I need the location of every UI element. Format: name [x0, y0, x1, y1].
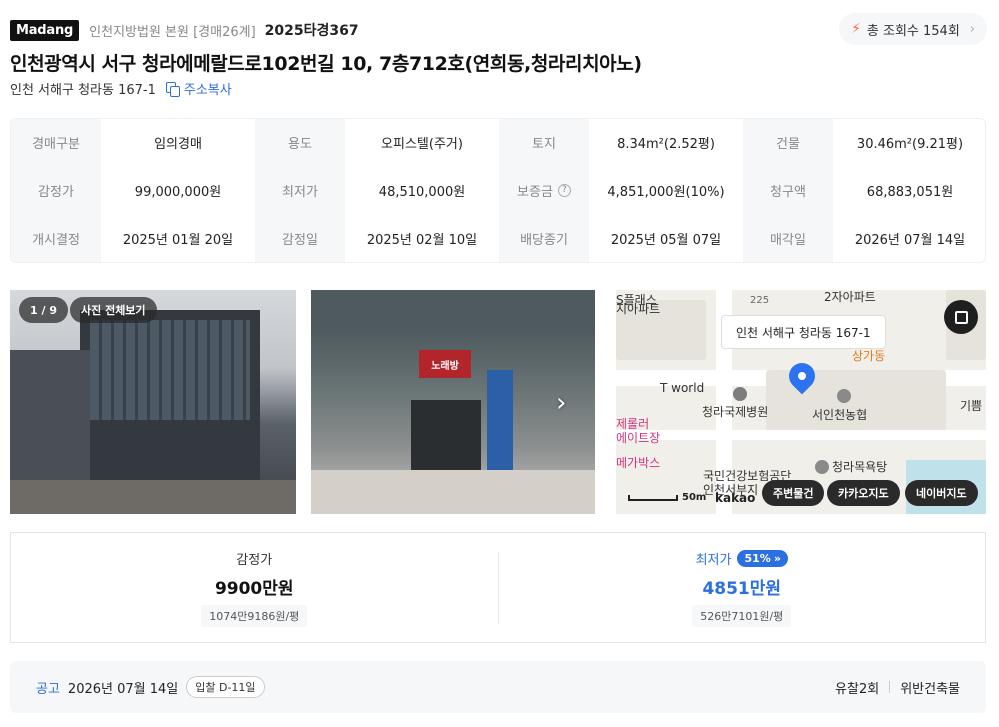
minimum-percent-badge: 51% »	[737, 549, 788, 567]
bath-icon	[815, 460, 829, 474]
violation-label: 위반건축물	[900, 681, 960, 697]
fail-count: 유찰2회	[835, 681, 880, 697]
map-place: 청라국제병원	[702, 405, 769, 419]
map-place: 상가동	[852, 349, 886, 363]
auction-info-grid: 경매구분 임의경매 용도 오피스텔(주거) 토지 8.34m²(2.52평) 건…	[10, 118, 986, 263]
notice-right: 유찰2회 위반건축물	[835, 678, 960, 697]
help-icon[interactable]: ?	[557, 183, 571, 197]
minimum-price-column: 최저가 51% » 4851만원 526만7101원/평	[499, 533, 986, 642]
address-row: 인천 서해구 청라동 167-1 주소복사	[10, 79, 232, 98]
minimum-percent: 51%	[744, 551, 771, 565]
info-value: 오피스텔(주거)	[381, 137, 463, 153]
chevron-right-icon: ›	[969, 21, 975, 37]
info-value: 48,510,000원	[378, 184, 466, 200]
info-label: 토지	[499, 119, 589, 167]
property-photo-exterior[interactable]	[10, 290, 296, 514]
view-all-photos-button[interactable]: 사진 전체보기	[70, 297, 157, 323]
minimum-label-row: 최저가 51% »	[696, 549, 788, 568]
snow-ground	[311, 470, 595, 514]
property-photo-entrance[interactable]: 노래방	[311, 290, 595, 514]
map-address-label: 인천 서해구 청라동 167-1	[721, 315, 886, 349]
info-label: 배당종기	[499, 214, 589, 262]
hospital-icon	[733, 387, 747, 401]
photo-counter: 1 / 9	[19, 297, 68, 323]
nearby-properties-button[interactable]: 주변물건	[762, 480, 825, 506]
info-value: 2025년 05월 07일	[610, 232, 722, 248]
separator	[889, 681, 891, 693]
info-label: 감정가	[11, 166, 101, 215]
map-road	[616, 430, 986, 440]
info-value: 2026년 07월 14일	[854, 232, 966, 248]
court-name: 인천지방법원 본원 [경매26계]	[89, 24, 256, 40]
info-value: 2025년 01월 20일	[122, 232, 234, 248]
appraisal-price-column: 감정가 9900만원 1074만9186원/평	[11, 533, 498, 642]
kakao-logo: kakao	[715, 491, 756, 505]
notice-date: 2026년 07월 14일	[67, 681, 179, 697]
map-place: 청라목욕탕	[832, 460, 888, 474]
map-place: T world	[660, 381, 705, 395]
street-ground	[10, 480, 296, 514]
info-label: 보증금	[517, 184, 553, 200]
minimum-value: 4851만원	[702, 578, 782, 599]
info-value: 4,851,000원(10%)	[607, 184, 725, 200]
info-label: 경매구분	[11, 119, 101, 167]
naver-map-button[interactable]: 네이버지도	[905, 480, 978, 506]
info-label: 최저가	[255, 166, 345, 215]
brand-logo[interactable]: Madang	[10, 19, 80, 41]
appraisal-label: 감정가	[236, 552, 273, 568]
info-label: 용도	[255, 119, 345, 167]
expand-map-button[interactable]	[944, 300, 978, 334]
copy-icon	[165, 82, 180, 97]
minimum-per-pyeong: 526만7101원/평	[692, 604, 792, 627]
case-number: 2025타경367	[264, 23, 359, 39]
karaoke-sign-text: 노래방	[431, 361, 459, 372]
info-label: 감정일	[255, 214, 345, 262]
copy-address-label: 주소복사	[183, 83, 232, 98]
info-value: 8.34m²(2.52평)	[617, 137, 715, 153]
deposit-label-cell: 보증금 ?	[499, 166, 589, 215]
notice-left: 공고 2026년 07월 14일 입찰 D-11일	[36, 676, 265, 698]
map-scale-bar	[628, 495, 678, 501]
info-value: 68,883,051원	[866, 184, 954, 200]
view-count-label: 총 조회수 154회	[866, 23, 960, 39]
header-row: Madang 인천지방법원 본원 [경매26계] 2025타경367 ⚡ 총 조…	[10, 13, 987, 45]
bolt-icon: ⚡	[851, 21, 861, 37]
info-label: 건물	[743, 119, 833, 167]
map-place: 지아파트	[616, 302, 661, 316]
next-photo-arrow[interactable]: ›	[556, 388, 566, 418]
page-title: 인천광역시 서구 청라에메랄드로102번길 10, 7층712호(연희동,청라리…	[10, 53, 642, 75]
view-count-button[interactable]: ⚡ 총 조회수 154회 ›	[839, 13, 987, 45]
bank-icon	[837, 389, 851, 403]
appraisal-value: 9900만원	[214, 578, 294, 599]
kakao-map-button[interactable]: 카카오지도	[827, 480, 900, 506]
map-place: 2자아파트	[824, 290, 876, 304]
info-value: 임의경매	[154, 137, 202, 153]
appraisal-per-pyeong: 1074만9186원/평	[201, 604, 308, 627]
info-label: 매각일	[743, 214, 833, 262]
price-summary: 감정가 9900만원 1074만9186원/평 최저가 51% » 4851만원…	[10, 532, 986, 643]
info-value: 30.46m²(9.21평)	[856, 137, 964, 153]
lot-address: 인천 서해구 청라동 167-1	[10, 83, 156, 98]
map-place: 에이트장	[616, 431, 661, 445]
double-chevron-down-icon: »	[773, 551, 781, 565]
vertical-sign	[487, 370, 513, 480]
building-windows	[90, 320, 250, 420]
map-place: 메가박스	[616, 456, 661, 470]
info-value: 99,000,000원	[134, 184, 222, 200]
map-place: 기쁨	[960, 399, 983, 413]
map-place: 225	[750, 295, 770, 306]
map-scale-label: 50m	[682, 492, 707, 503]
awning	[311, 290, 595, 330]
map-place: 서인천농협	[812, 408, 868, 422]
notice-bar: 공고 2026년 07월 14일 입찰 D-11일 유찰2회 위반건축물	[10, 661, 986, 713]
info-value: 2025년 02월 10일	[366, 232, 478, 248]
minimum-label: 최저가	[695, 552, 732, 568]
info-label: 개시결정	[11, 214, 101, 262]
notice-tag: 공고	[36, 681, 60, 697]
expand-icon	[954, 310, 968, 324]
bid-dday-badge: 입찰 D-11일	[186, 676, 265, 698]
copy-address-button[interactable]: 주소복사	[165, 79, 232, 98]
location-map[interactable]: S플래스 지아파트 2자아파트 225 상가동 T world 청라국제병원 서…	[616, 290, 986, 514]
info-label: 청구액	[743, 166, 833, 215]
